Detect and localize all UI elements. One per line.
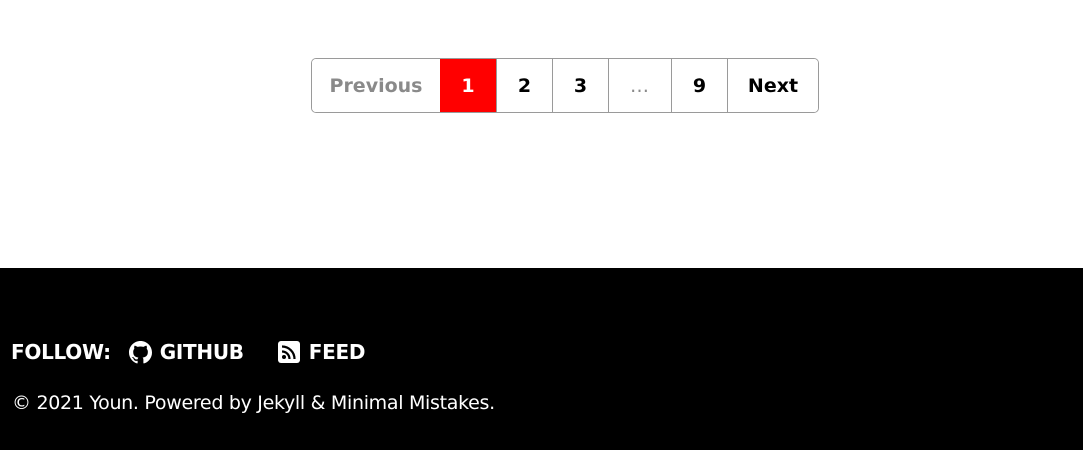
copyright-text: © 2021 Youn. Powered by Jekyll & Minimal… bbox=[12, 392, 495, 414]
page-9-button[interactable]: 9 bbox=[671, 59, 727, 112]
github-icon bbox=[128, 340, 152, 364]
feed-link-label: FEED bbox=[308, 340, 366, 364]
page-2-button[interactable]: 2 bbox=[496, 59, 552, 112]
pagination: Previous 1 2 3 … 9 Next bbox=[311, 58, 819, 113]
page-3-button[interactable]: 3 bbox=[552, 59, 608, 112]
follow-row: FOLLOW: GITHUB FEED bbox=[11, 340, 365, 364]
rss-feed-icon bbox=[277, 340, 301, 364]
feed-link[interactable]: FEED bbox=[277, 340, 366, 364]
next-page-button[interactable]: Next bbox=[727, 59, 818, 112]
page-footer: FOLLOW: GITHUB FEED © 2021 Youn. Powered… bbox=[0, 268, 1083, 450]
page: Previous 1 2 3 … 9 Next FOLLOW: GITHUB F… bbox=[0, 0, 1083, 450]
previous-page-button: Previous bbox=[312, 59, 440, 112]
github-link-label: GITHUB bbox=[159, 340, 244, 364]
github-link[interactable]: GITHUB bbox=[128, 340, 244, 364]
follow-label: FOLLOW: bbox=[11, 340, 111, 364]
page-1-button[interactable]: 1 bbox=[440, 59, 496, 112]
pagination-ellipsis: … bbox=[608, 59, 671, 112]
